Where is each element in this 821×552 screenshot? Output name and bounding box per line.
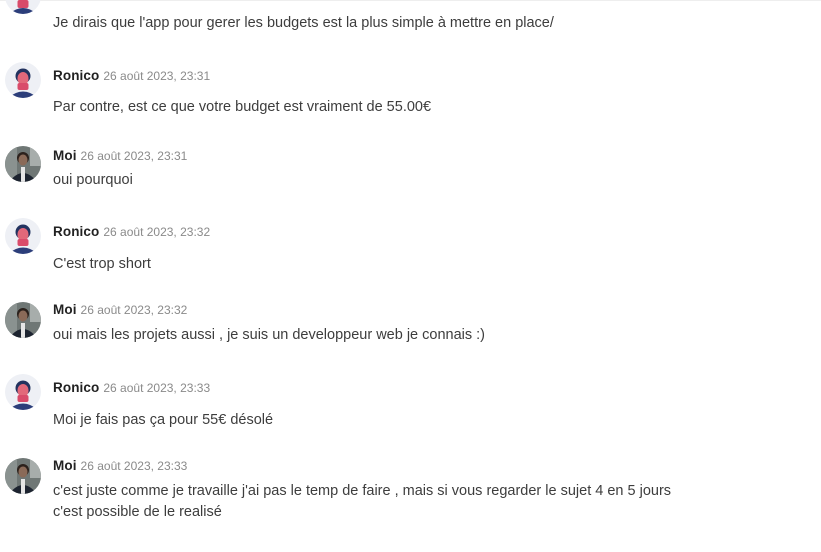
message-timestamp: 26 août 2023, 23:32	[80, 303, 188, 317]
message-author[interactable]: Ronico	[53, 68, 99, 83]
message-text: Moi je fais pas ça pour 55€ désolé	[53, 412, 274, 428]
avatar-moi-icon[interactable]	[5, 458, 41, 494]
avatar-moi-icon[interactable]	[5, 302, 41, 338]
top-divider	[0, 0, 821, 1]
message-text: C'est trop short	[53, 256, 151, 272]
avatar-ronico-icon[interactable]	[5, 374, 41, 410]
message-author[interactable]: Ronico	[53, 380, 99, 395]
message-header: Moi 26 août 2023, 23:33	[53, 457, 187, 475]
message-author[interactable]: Ronico	[53, 224, 99, 239]
avatar-ronico-icon[interactable]	[5, 218, 41, 254]
message-text: Je dirais que l'app pour gerer les budge…	[53, 15, 554, 31]
message-header: Moi 26 août 2023, 23:32	[53, 301, 187, 319]
message-text: oui mais les projets aussi , je suis un …	[53, 327, 486, 343]
message-timestamp: 26 août 2023, 23:33	[103, 381, 211, 395]
message-text: Par contre, est ce que votre budget est …	[53, 99, 432, 115]
message-header: Ronico 26 août 2023, 23:32	[53, 223, 210, 241]
message-author[interactable]: Moi	[53, 148, 77, 163]
message-timestamp: 26 août 2023, 23:32	[103, 225, 211, 239]
message-timestamp: 26 août 2023, 23:33	[80, 459, 188, 473]
message-author[interactable]: Moi	[53, 458, 77, 473]
message-text: oui pourquoi	[53, 172, 133, 188]
message-timestamp: 26 août 2023, 23:31	[103, 69, 211, 83]
message-header: Ronico 26 août 2023, 23:33	[53, 379, 210, 397]
message-header: Moi 26 août 2023, 23:31	[53, 147, 187, 165]
message-header: Ronico 26 août 2023, 23:31	[53, 67, 210, 85]
avatar-moi-icon[interactable]	[5, 146, 41, 182]
avatar-ronico-icon[interactable]	[5, 0, 41, 14]
message-timestamp: 26 août 2023, 23:31	[80, 149, 188, 163]
message-author[interactable]: Moi	[53, 302, 77, 317]
message-text: c'est juste comme je travaille j'ai pas …	[53, 483, 672, 520]
avatar-ronico-icon[interactable]	[5, 62, 41, 98]
